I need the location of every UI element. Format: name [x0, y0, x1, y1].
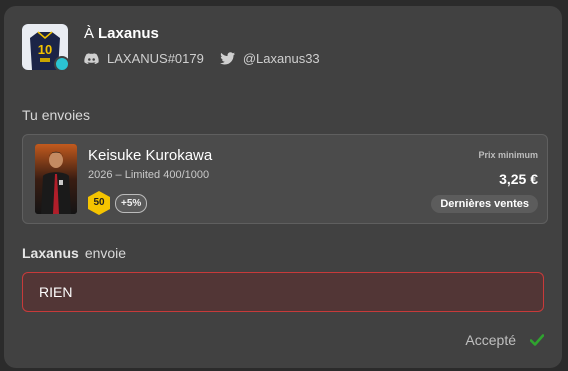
avatar-number: 10 — [38, 42, 52, 57]
card-season-rarity: 2026 – Limited 400/1000 — [88, 169, 210, 181]
discord-icon — [84, 53, 99, 64]
check-icon — [530, 334, 544, 346]
they-send-value: RIEN — [39, 284, 73, 300]
recent-sales-button[interactable]: Dernières ventes — [431, 195, 538, 213]
online-status-dot — [54, 56, 70, 72]
sender-name[interactable]: Laxanus — [22, 245, 79, 261]
discord-handle[interactable]: LAXANUS#0179 — [107, 51, 204, 66]
xp-boost-badge: +5% — [115, 193, 148, 213]
trade-offer-panel: 10 À Laxanus LAXANUS#0179 @Laxanus33 Tu e… — [4, 6, 562, 368]
offer-status: Accepté — [465, 332, 544, 348]
twitter-handle[interactable]: @Laxanus33 — [243, 51, 320, 66]
player-card-image[interactable] — [35, 144, 77, 214]
recipient-prefix: À — [84, 25, 95, 42]
social-handles: LAXANUS#0179 @Laxanus33 — [84, 51, 320, 66]
card-badges: 50 +5% — [88, 191, 148, 215]
sender-verb: envoie — [84, 245, 127, 261]
recipient-title: À Laxanus — [84, 25, 159, 42]
twitter-icon — [219, 52, 235, 65]
level-badge: 50 — [88, 191, 110, 215]
min-price-value: 3,25 € — [499, 171, 538, 187]
they-send-label: Laxanus envoie — [22, 245, 126, 261]
status-label: Accepté — [465, 332, 516, 348]
player-name[interactable]: Keisuke Kurokawa — [88, 147, 212, 164]
offered-card[interactable]: Keisuke Kurokawa 2026 – Limited 400/1000… — [22, 134, 548, 224]
recipient-name[interactable]: Laxanus — [98, 25, 159, 42]
they-send-box: RIEN — [22, 272, 544, 312]
min-price-label: Prix minimum — [478, 150, 538, 160]
you-send-label: Tu envoies — [22, 107, 90, 123]
level-value: 50 — [93, 197, 105, 208]
